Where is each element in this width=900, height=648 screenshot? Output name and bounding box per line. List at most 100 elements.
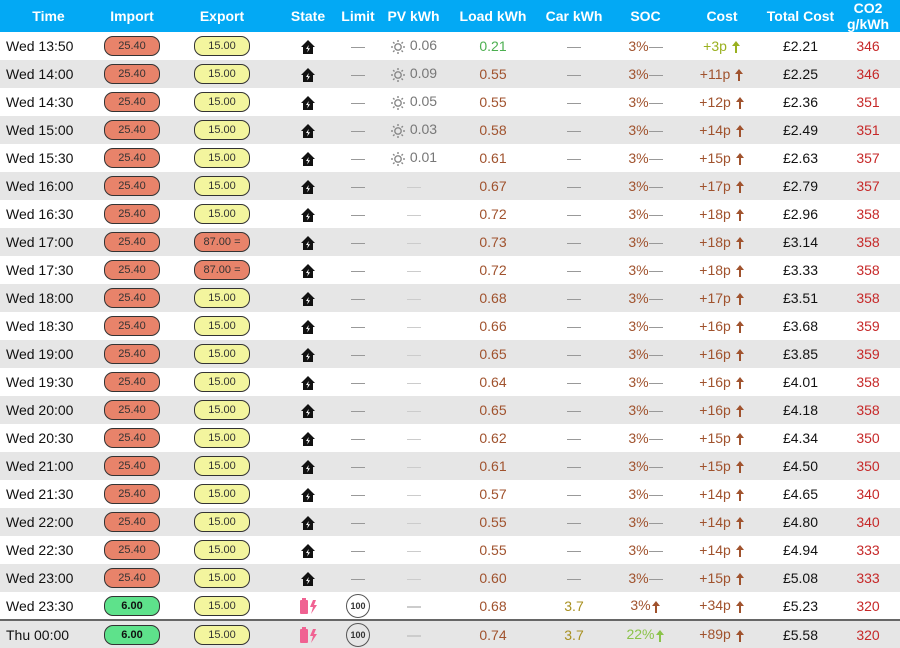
cell-cost: +14p	[679, 480, 765, 508]
export-rate-badge[interactable]: 15.00	[194, 344, 250, 364]
header-pv[interactable]: PV kWh	[377, 0, 450, 32]
soc-value: 3%	[628, 570, 649, 586]
export-rate-badge[interactable]: 15.00	[194, 372, 250, 392]
import-rate-badge[interactable]: 25.40	[104, 64, 160, 84]
import-rate-badge[interactable]: 25.40	[104, 372, 160, 392]
cell-car	[536, 200, 612, 228]
dash-icon	[351, 354, 365, 357]
header-load[interactable]: Load kWh	[450, 0, 536, 32]
cell-load: 0.67	[479, 178, 507, 194]
import-rate-badge[interactable]: 25.40	[104, 540, 160, 560]
import-rate-badge[interactable]: 25.40	[104, 148, 160, 168]
import-rate-badge[interactable]: 25.40	[104, 316, 160, 336]
header-state[interactable]: State	[277, 0, 339, 32]
export-rate-badge[interactable]: 15.00	[194, 288, 250, 308]
cell-time: Wed 19:00	[6, 346, 74, 362]
table-row: Wed 20:30 25.40 15.00 0.62 3% +15p £4.34 350	[0, 424, 900, 452]
cell-co2: 358	[856, 402, 880, 418]
table-row: Wed 16:00 25.40 15.00 0.67 3% +17p £2.79 357	[0, 172, 900, 200]
export-rate-badge[interactable]: 15.00	[194, 36, 250, 56]
export-rate-badge[interactable]: 15.00	[194, 540, 250, 560]
export-rate-badge[interactable]: 15.00	[194, 400, 250, 420]
export-rate-badge[interactable]: 15.00	[194, 64, 250, 84]
dash-icon	[406, 578, 421, 581]
dash-icon	[406, 326, 421, 329]
import-rate-badge[interactable]: 25.40	[104, 400, 160, 420]
header-total-cost[interactable]: Total Cost	[765, 0, 836, 32]
cell-limit	[339, 32, 377, 60]
dash-icon	[406, 438, 421, 441]
import-rate-badge[interactable]: 6.00	[104, 624, 160, 645]
import-rate-badge[interactable]: 25.40	[104, 36, 160, 56]
home-icon	[301, 263, 315, 278]
dash-icon	[351, 130, 365, 133]
header-import[interactable]: Import	[97, 0, 167, 32]
cell-import: 25.40	[97, 256, 167, 284]
header-co2[interactable]: CO2 g/kWh	[836, 0, 900, 32]
export-rate-badge[interactable]: 15.00	[194, 568, 250, 588]
arrow-up-icon	[735, 209, 744, 222]
export-rate-badge[interactable]: 87.00 =	[194, 232, 250, 252]
import-rate-badge[interactable]: 25.40	[104, 176, 160, 196]
dash-icon	[567, 74, 581, 77]
import-rate-badge[interactable]: 25.40	[104, 120, 160, 140]
header-soc[interactable]: SOC	[612, 0, 679, 32]
cost-value: +14p	[699, 485, 731, 502]
cell-cost: +18p	[679, 200, 765, 228]
header-cost[interactable]: Cost	[679, 0, 765, 32]
cell-export: 87.00 =	[167, 256, 277, 284]
export-rate-badge[interactable]: 15.00	[194, 595, 250, 616]
export-rate-badge[interactable]: 15.00	[194, 204, 250, 224]
import-rate-badge[interactable]: 25.40	[104, 204, 160, 224]
import-rate-badge[interactable]: 25.40	[104, 428, 160, 448]
export-rate-badge[interactable]: 15.00	[194, 176, 250, 196]
import-rate-badge[interactable]: 25.40	[104, 568, 160, 588]
dash-icon	[567, 214, 581, 217]
cost-value: +15p	[699, 149, 731, 166]
cell-soc: 3%	[612, 312, 679, 340]
dash-icon	[567, 186, 581, 189]
dash-icon	[648, 354, 663, 357]
header-export[interactable]: Export	[167, 0, 277, 32]
cost-value: +16p	[699, 401, 731, 418]
export-rate-badge[interactable]: 15.00	[194, 92, 250, 112]
import-rate-badge[interactable]: 25.40	[104, 512, 160, 532]
dash-icon	[648, 578, 663, 581]
cell-state	[277, 256, 339, 284]
dash-icon	[351, 214, 365, 217]
export-rate-badge[interactable]: 15.00	[194, 512, 250, 532]
export-rate-badge[interactable]: 15.00	[194, 624, 250, 645]
import-rate-badge[interactable]: 25.40	[104, 456, 160, 476]
export-rate-badge[interactable]: 15.00	[194, 316, 250, 336]
cost-value: +15p	[699, 569, 731, 586]
cell-soc: 3%	[612, 368, 679, 396]
cell-time: Wed 15:30	[6, 150, 74, 166]
export-rate-badge[interactable]: 87.00 =	[194, 260, 250, 280]
cost-value: +17p	[699, 289, 731, 306]
import-rate-badge[interactable]: 25.40	[104, 232, 160, 252]
import-rate-badge[interactable]: 25.40	[104, 288, 160, 308]
header-time[interactable]: Time	[0, 0, 97, 32]
export-rate-badge[interactable]: 15.00	[194, 456, 250, 476]
cell-cost: +12p	[679, 88, 765, 116]
header-car[interactable]: Car kWh	[536, 0, 612, 32]
header-limit[interactable]: Limit	[339, 0, 377, 32]
cost-value: +16p	[699, 345, 731, 362]
cell-export: 15.00	[167, 368, 277, 396]
cell-state	[277, 200, 339, 228]
import-rate-badge[interactable]: 25.40	[104, 260, 160, 280]
export-rate-badge[interactable]: 15.00	[194, 148, 250, 168]
dash-icon	[648, 158, 663, 161]
export-rate-badge[interactable]: 15.00	[194, 120, 250, 140]
import-rate-badge[interactable]: 25.40	[104, 344, 160, 364]
car-value: 3.7	[564, 597, 584, 614]
cost-value: +16p	[699, 317, 731, 334]
import-rate-badge[interactable]: 6.00	[104, 595, 160, 616]
import-rate-badge[interactable]: 25.40	[104, 92, 160, 112]
export-rate-badge[interactable]: 15.00	[194, 484, 250, 504]
arrow-up-icon	[735, 181, 744, 194]
export-rate-badge[interactable]: 15.00	[194, 428, 250, 448]
soc-value: 3%	[628, 542, 649, 558]
import-rate-badge[interactable]: 25.40	[104, 484, 160, 504]
soc-value: 3%	[628, 458, 649, 474]
